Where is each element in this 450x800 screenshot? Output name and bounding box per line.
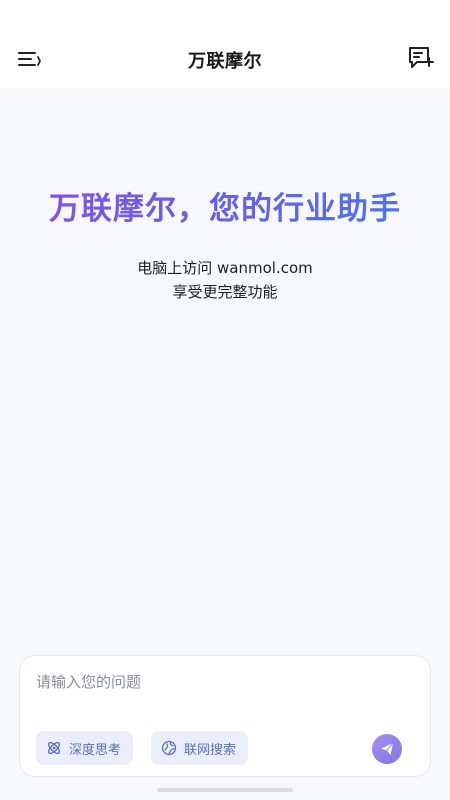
hero-title: 万联摩尔，您的行业助手 — [0, 183, 450, 228]
top-bar: 万联摩尔 — [0, 0, 450, 88]
message-composer: 深度思考 联网搜索 — [19, 655, 431, 777]
web-search-label: 联网搜索 — [184, 742, 237, 758]
web-search-toggle[interactable]: 联网搜索 — [151, 731, 249, 765]
deep-thinking-toggle[interactable]: 深度思考 — [36, 731, 134, 765]
question-input[interactable] — [36, 670, 406, 694]
hero-subtitle-line1: 电脑上访问 wanmol.com — [137, 259, 313, 277]
globe-icon — [161, 740, 177, 756]
hero-subtitle-line2: 享受更完整功能 — [172, 283, 278, 301]
app-title: 万联摩尔 — [188, 51, 262, 72]
paper-plane-icon — [381, 742, 394, 755]
send-button[interactable] — [372, 734, 402, 764]
new-chat-button[interactable] — [406, 44, 436, 72]
atom-icon — [47, 741, 61, 755]
home-indicator — [157, 788, 293, 792]
deep-thinking-label: 深度思考 — [69, 742, 122, 758]
new-chat-icon — [409, 47, 434, 68]
